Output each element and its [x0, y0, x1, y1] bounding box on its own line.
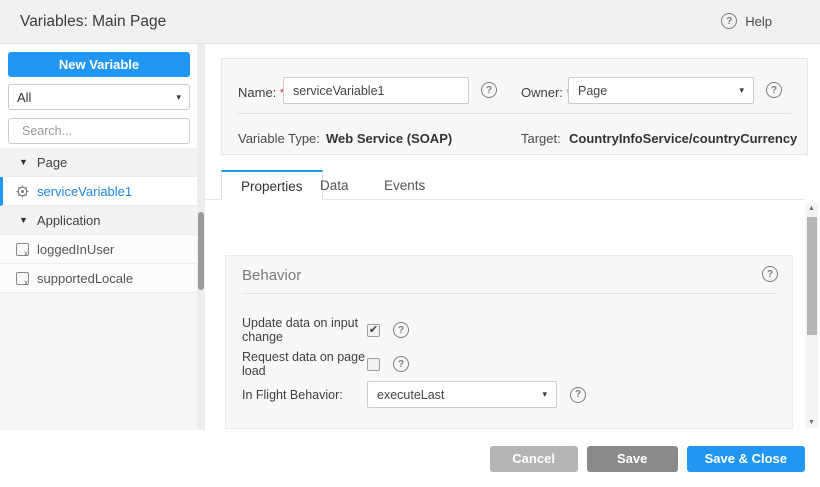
- name-help-icon[interactable]: ?: [481, 82, 497, 98]
- owner-label: Owner: *: [521, 85, 571, 100]
- sidebar-scrollbar[interactable]: [197, 44, 205, 430]
- variables-dialog: Variables: Main Page ? Help New Variable…: [0, 0, 820, 487]
- variables-tree: ▼ Page serviceVariable1 ▼: [0, 148, 197, 293]
- sidebar-empty-area: [0, 293, 197, 430]
- tab-events[interactable]: Events: [365, 170, 444, 201]
- save-and-close-button[interactable]: Save & Close: [687, 446, 805, 472]
- caret-down-icon: ▾: [739, 85, 744, 96]
- variable-type-value: Web Service (SOAP): [326, 131, 452, 146]
- tree-item-label: serviceVariable1: [37, 184, 132, 199]
- owner-help-icon[interactable]: ?: [766, 82, 782, 98]
- save-button[interactable]: Save: [587, 446, 678, 472]
- help-label: Help: [745, 14, 772, 29]
- page-title: Variables: Main Page: [20, 13, 166, 31]
- collapse-caret-icon: ▼: [19, 157, 28, 167]
- behavior-section: Behavior ? Update data on input change ✔…: [225, 255, 793, 429]
- help-icon: ?: [721, 13, 737, 29]
- tree-group-label: Page: [37, 155, 67, 170]
- update-data-row: Update data on input change ✔ ?: [242, 316, 409, 344]
- in-flight-select[interactable]: executeLast ▾: [367, 381, 557, 408]
- search-box: [8, 118, 190, 144]
- tree-item-servicevariable1[interactable]: serviceVariable1: [0, 177, 197, 206]
- name-label: Name: *: [238, 85, 285, 100]
- summary-divider: [238, 113, 791, 114]
- update-data-label: Update data on input change: [242, 316, 367, 344]
- tree-item-supportedlocale[interactable]: x supportedLocale: [0, 264, 197, 293]
- variable-detail-panel: Name: * ? Owner: * Page ▾ ? Variable Typ…: [205, 44, 820, 430]
- content-scrollbar-thumb[interactable]: [807, 217, 817, 335]
- scroll-down-icon[interactable]: ▼: [805, 417, 818, 428]
- check-icon: ✔: [369, 325, 378, 336]
- section-divider: [242, 293, 776, 294]
- scroll-up-icon[interactable]: ▲: [805, 203, 818, 214]
- in-flight-row: In Flight Behavior: executeLast ▾ ?: [242, 381, 586, 408]
- behavior-help-icon[interactable]: ?: [762, 266, 778, 282]
- update-data-help-icon[interactable]: ?: [393, 322, 409, 338]
- detail-tabbar: Properties Data Events: [205, 170, 805, 200]
- dialog-footer: Cancel Save Save & Close: [0, 430, 820, 487]
- tree-item-loggedinuser[interactable]: x loggedInUser: [0, 235, 197, 264]
- behavior-section-title: Behavior: [242, 267, 301, 284]
- update-data-checkbox[interactable]: ✔: [367, 324, 380, 337]
- filter-value: All: [17, 90, 31, 105]
- request-data-checkbox[interactable]: [367, 358, 380, 371]
- help-button[interactable]: ? Help: [721, 13, 772, 29]
- variable-type-label: Variable Type:: [238, 131, 320, 146]
- caret-down-icon: ▾: [542, 389, 547, 400]
- tree-group-page[interactable]: ▼ Page: [0, 148, 197, 177]
- variable-filter-select[interactable]: All ▾: [8, 84, 190, 110]
- collapse-caret-icon: ▼: [19, 215, 28, 225]
- in-flight-help-icon[interactable]: ?: [570, 387, 586, 403]
- target-value: CountryInfoService/countryCurrency: [569, 131, 797, 146]
- tree-group-application[interactable]: ▼ Application: [0, 206, 197, 235]
- owner-select[interactable]: Page ▾: [568, 77, 754, 104]
- caret-down-icon: ▾: [176, 92, 181, 103]
- sidebar-scrollbar-thumb[interactable]: [198, 212, 204, 290]
- service-variable-icon: [16, 185, 29, 198]
- tree-item-label: loggedInUser: [37, 242, 114, 257]
- target-label: Target:: [521, 131, 561, 146]
- request-data-row: Request data on page load ?: [242, 350, 409, 378]
- name-input[interactable]: [283, 77, 469, 104]
- content-scrollbar[interactable]: ▲ ▼: [805, 203, 818, 428]
- properties-tab-content: Behavior ? Update data on input change ✔…: [205, 201, 820, 430]
- static-variable-icon: x: [16, 243, 29, 256]
- tree-group-label: Application: [37, 213, 101, 228]
- dialog-header: Variables: Main Page ? Help: [0, 0, 820, 44]
- in-flight-value: executeLast: [377, 388, 444, 402]
- in-flight-label: In Flight Behavior:: [242, 388, 367, 402]
- variable-summary-panel: Name: * ? Owner: * Page ▾ ? Variable Typ…: [221, 58, 808, 155]
- request-data-help-icon[interactable]: ?: [393, 356, 409, 372]
- cancel-button[interactable]: Cancel: [490, 446, 578, 472]
- owner-value: Page: [578, 84, 607, 98]
- static-variable-icon: x: [16, 272, 29, 285]
- new-variable-button[interactable]: New Variable: [8, 52, 190, 77]
- search-input[interactable]: [22, 124, 183, 138]
- tree-item-label: supportedLocale: [37, 271, 133, 286]
- tab-data[interactable]: Data: [301, 170, 368, 201]
- variables-sidebar: New Variable All ▾ ▼ Page: [0, 44, 197, 430]
- request-data-label: Request data on page load: [242, 350, 367, 378]
